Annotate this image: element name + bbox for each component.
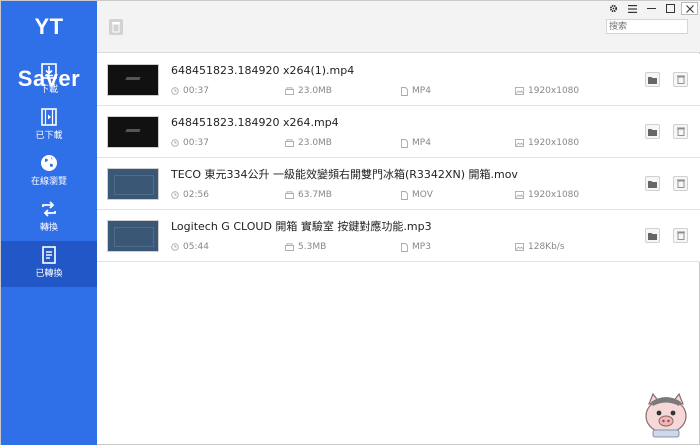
file-row[interactable]: 648451823.184920 x264.mp4 00:37 23.0MB M… (97, 106, 700, 158)
search-input[interactable] (606, 19, 688, 34)
file-row[interactable]: 648451823.184920 x264(1).mp4 00:37 23.0M… (97, 54, 700, 106)
delete-file-button[interactable] (673, 176, 688, 191)
app-logo: YT Saver (17, 14, 81, 91)
settings-button[interactable] (605, 2, 622, 15)
file-bitrate: 128Kb/s (515, 241, 565, 253)
image-icon (515, 243, 524, 251)
file-name: TECO 東元334公升 一級能效變頻右開雙門冰箱(R3342XN) 開箱.mo… (171, 168, 518, 181)
file-icon (401, 138, 408, 148)
delete-file-button[interactable] (673, 124, 688, 139)
storage-icon (285, 139, 294, 147)
close-icon (685, 4, 694, 13)
file-icon (401, 190, 408, 200)
video-thumbnail (107, 168, 159, 200)
document-icon (42, 246, 56, 264)
storage-icon (285, 243, 294, 251)
clock-icon (171, 87, 179, 95)
file-format: MP4 (401, 85, 431, 97)
clock-icon (171, 243, 179, 251)
download-icon (41, 63, 57, 79)
folder-icon (648, 76, 657, 84)
maximize-icon (666, 4, 675, 13)
globe-icon (41, 155, 57, 171)
delete-file-button[interactable] (673, 228, 688, 243)
open-folder-button[interactable] (645, 176, 660, 191)
file-row[interactable]: TECO 東元334公升 一級能效變頻右開雙門冰箱(R3342XN) 開箱.mo… (97, 158, 700, 210)
delete-all-button[interactable] (109, 19, 123, 35)
image-icon (515, 139, 524, 147)
trash-icon (676, 75, 685, 84)
file-name: 648451823.184920 x264.mp4 (171, 116, 339, 129)
menu-button[interactable] (624, 2, 641, 15)
video-thumbnail (107, 64, 159, 96)
gear-icon (609, 4, 618, 13)
storage-icon (285, 191, 294, 199)
open-folder-button[interactable] (645, 72, 660, 87)
file-format: MP4 (401, 137, 431, 149)
sidebar-item-browse[interactable]: 在線瀏覽 (1, 149, 97, 195)
trash-icon (676, 179, 685, 188)
file-format: MP3 (401, 241, 431, 253)
folder-icon (648, 128, 657, 136)
clock-icon (171, 191, 179, 199)
sidebar-item-label: 已轉換 (35, 269, 63, 279)
file-size: 23.0MB (285, 137, 332, 149)
close-button[interactable] (681, 2, 698, 15)
app-window: YT Saver 下載 已下載 在線瀏覽 轉換 已轉換 搜索 648451823… (0, 0, 700, 445)
minimize-button[interactable] (643, 2, 660, 15)
file-size: 63.7MB (285, 189, 332, 201)
converted-file-list: 648451823.184920 x264(1).mp4 00:37 23.0M… (97, 54, 700, 262)
file-size: 5.3MB (285, 241, 326, 253)
convert-icon (42, 201, 56, 217)
file-duration: 00:37 (171, 85, 209, 97)
open-folder-button[interactable] (645, 124, 660, 139)
clock-icon (171, 139, 179, 147)
file-duration: 05:44 (171, 241, 209, 253)
top-toolbar (97, 1, 700, 53)
file-size: 23.0MB (285, 85, 332, 97)
menu-icon (628, 4, 637, 13)
pig-mascot-watermark (645, 392, 687, 438)
file-resolution: 1920x1080 (515, 189, 579, 201)
sidebar-item-label: 轉換 (39, 223, 58, 233)
trash-icon (676, 231, 685, 240)
trash-icon (112, 22, 120, 33)
sidebar-item-download[interactable]: 下載 (1, 57, 97, 103)
minimize-icon (647, 8, 656, 9)
file-icon (401, 86, 408, 96)
sidebar-item-downloaded[interactable]: 已下載 (1, 103, 97, 149)
folder-icon (648, 232, 657, 240)
file-resolution: 1920x1080 (515, 137, 579, 149)
sidebar-item-convert[interactable]: 轉換 (1, 195, 97, 241)
sidebar-item-label: 在線瀏覽 (30, 177, 67, 187)
folder-icon (648, 180, 657, 188)
file-name: Logitech G CLOUD 開箱 實驗室 按鍵對應功能.mp3 (171, 220, 432, 233)
file-duration: 00:37 (171, 137, 209, 149)
film-icon (41, 108, 57, 126)
sidebar-item-label: 下載 (39, 85, 58, 95)
file-name: 648451823.184920 x264(1).mp4 (171, 64, 355, 77)
video-thumbnail (107, 116, 159, 148)
video-thumbnail (107, 220, 159, 252)
image-icon (515, 87, 524, 95)
file-duration: 02:56 (171, 189, 209, 201)
file-icon (401, 242, 408, 252)
file-row[interactable]: Logitech G CLOUD 開箱 實驗室 按鍵對應功能.mp3 05:44… (97, 210, 700, 262)
open-folder-button[interactable] (645, 228, 660, 243)
maximize-button[interactable] (662, 2, 679, 15)
window-controls (603, 2, 698, 16)
file-resolution: 1920x1080 (515, 85, 579, 97)
trash-icon (676, 127, 685, 136)
file-format: MOV (401, 189, 433, 201)
delete-file-button[interactable] (673, 72, 688, 87)
storage-icon (285, 87, 294, 95)
sidebar: YT Saver 下載 已下載 在線瀏覽 轉換 已轉換 (1, 1, 97, 445)
sidebar-item-converted[interactable]: 已轉換 (1, 241, 97, 287)
sidebar-item-label: 已下載 (35, 131, 63, 141)
image-icon (515, 191, 524, 199)
